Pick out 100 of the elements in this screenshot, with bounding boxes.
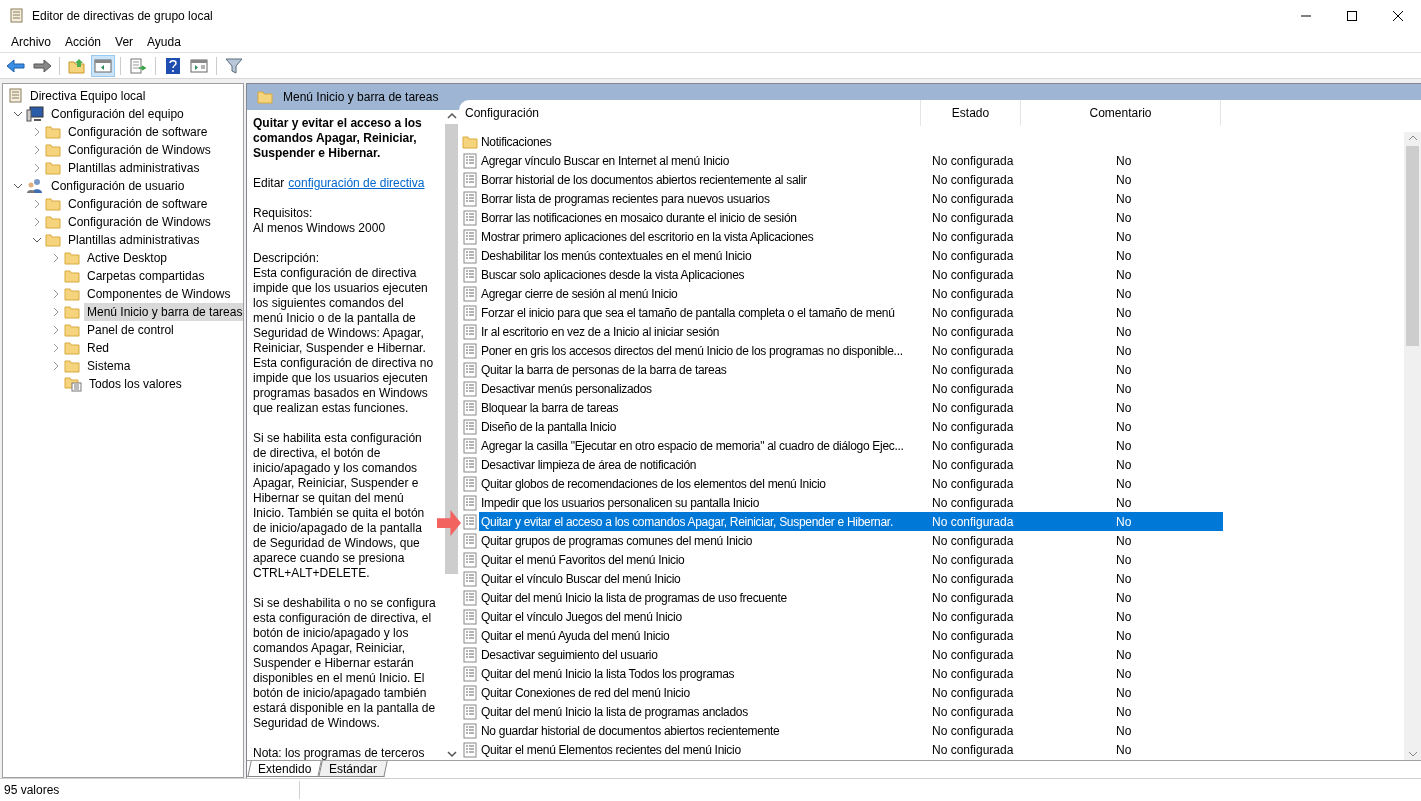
chevron-right-icon[interactable] <box>51 253 61 263</box>
users-icon <box>26 178 44 194</box>
tree-item[interactable]: Configuración de usuario <box>48 177 188 195</box>
table-row[interactable]: Borrar lista de programas recientes para nuevos usuarios No configurada No <box>459 189 1404 208</box>
comment-cell-text: No <box>1115 399 1133 417</box>
comment-cell-text: No <box>1115 418 1133 436</box>
tree-item[interactable]: Directiva Equipo local <box>27 87 149 105</box>
chevron-down-icon[interactable] <box>13 181 23 191</box>
table-row[interactable]: Quitar del menú Inicio la lista Todos los programas No configurada No <box>459 664 1404 683</box>
scrollbar-thumb[interactable] <box>445 124 458 574</box>
folder-up-icon[interactable] <box>68 57 86 74</box>
folder-icon <box>64 323 80 337</box>
table-row[interactable]: Bloquear la barra de tareas No configurada No <box>459 398 1404 417</box>
table-row[interactable]: Notificaciones <box>459 132 1404 151</box>
scroll-down-icon[interactable] <box>446 750 457 758</box>
forward-arrow-icon[interactable] <box>32 57 52 74</box>
table-row[interactable]: Mostrar primero aplicaciones del escritorio en la vista Aplicaciones No configurada No <box>459 227 1404 246</box>
tree-item[interactable]: Configuración de Windows <box>65 213 214 231</box>
view-tab[interactable]: Extendido <box>247 761 323 777</box>
view-tab[interactable]: Estándar <box>318 761 389 777</box>
table-row[interactable]: Poner en gris los accesos directos del menú Inicio de los programas no disponible... No configurada No <box>459 341 1404 360</box>
state-cell-text: No configurada <box>931 589 1015 607</box>
table-row[interactable]: Quitar el menú Ayuda del menú Inicio No configurada No <box>459 626 1404 645</box>
filter-icon[interactable] <box>225 57 243 74</box>
tree-item[interactable]: Panel de control <box>84 321 177 339</box>
table-row[interactable]: Quitar Conexiones de red del menú Inicio No configurada No <box>459 683 1404 702</box>
tree-item[interactable]: Menú Inicio y barra de tareas <box>84 303 243 321</box>
table-row[interactable]: Quitar y evitar el acceso a los comandos Apagar, Reiniciar, Suspender e Hibernar. No configurada No <box>459 512 1404 531</box>
table-row[interactable]: Borrar las notificaciones en mosaico durante el inicio de sesión No configurada No <box>459 208 1404 227</box>
table-row[interactable]: Quitar el vínculo Juegos del menú Inicio No configurada No <box>459 607 1404 626</box>
state-cell-text: No configurada <box>931 494 1015 512</box>
document-list-icon <box>463 475 477 492</box>
column-header[interactable]: Estado <box>921 100 1021 126</box>
table-row[interactable]: Desactivar seguimiento del usuario No configurada No <box>459 645 1404 664</box>
back-arrow-icon[interactable] <box>6 57 26 74</box>
state-cell-text: No configurada <box>931 323 1015 341</box>
state-cell-text: No configurada <box>931 209 1015 227</box>
tree-item[interactable]: Red <box>84 339 112 357</box>
tree-item[interactable]: Active Desktop <box>84 249 171 267</box>
setting-name: Bloquear la barra de tareas <box>480 399 620 417</box>
comment-cell-text: No <box>1115 665 1133 683</box>
setting-name: Desactivar menús personalizados <box>480 380 653 398</box>
table-row[interactable]: Diseño de la pantalla Inicio No configurada No <box>459 417 1404 436</box>
menu-item[interactable]: Acción <box>65 32 102 51</box>
table-row[interactable]: Buscar solo aplicaciones desde la vista Aplicaciones No configurada No <box>459 265 1404 284</box>
table-row[interactable]: Quitar el menú Elementos recientes del menú Inicio No configurada No <box>459 740 1404 759</box>
setting-name: Impedir que los usuarios personalicen su pantalla Inicio <box>480 494 761 512</box>
table-row[interactable]: Desactivar limpieza de área de notificación No configurada No <box>459 455 1404 474</box>
scroll-down-icon[interactable] <box>1407 750 1418 758</box>
table-row[interactable]: Ir al escritorio en vez de a Inicio al iniciar sesión No configurada No <box>459 322 1404 341</box>
document-list-icon <box>463 285 477 302</box>
table-row[interactable]: Agregar la casilla "Ejecutar en otro espacio de memoria" al cuadro de diálogo Ejec... No configurada No <box>459 436 1404 455</box>
table-row[interactable]: No guardar historial de documentos abiertos recientemente No configurada No <box>459 721 1404 740</box>
table-row[interactable]: Agregar cierre de sesión al menú Inicio No configurada No <box>459 284 1404 303</box>
tree-item[interactable]: Configuración del equipo <box>48 105 187 123</box>
table-row[interactable]: Agregar vínculo Buscar en Internet al menú Inicio No configurada No <box>459 151 1404 170</box>
chevron-down-icon[interactable] <box>13 109 23 119</box>
window-panel-icon[interactable] <box>190 57 208 74</box>
scrollbar[interactable] <box>1404 132 1421 760</box>
policy-link[interactable]: configuración de directiva <box>288 176 425 191</box>
tree-item[interactable]: Plantillas administrativas <box>65 159 203 177</box>
table-row[interactable]: Quitar del menú Inicio la lista de programas de uso frecuente No configurada No <box>459 588 1404 607</box>
column-header[interactable]: Configuración <box>459 100 921 126</box>
tree-item[interactable]: Componentes de Windows <box>84 285 234 303</box>
scrollbar[interactable] <box>444 110 459 760</box>
scroll-up-icon[interactable] <box>1407 134 1418 142</box>
panel-toggle-icon[interactable] <box>94 57 112 74</box>
state-cell-text: No configurada <box>931 475 1015 493</box>
tree-item[interactable]: Todos los valores <box>86 375 185 393</box>
scroll-up-icon[interactable] <box>446 112 457 120</box>
table-row[interactable]: Quitar globos de recomendaciones de los elementos del menú Inicio No configurada No <box>459 474 1404 493</box>
table-row[interactable]: Forzar el inicio para que sea el tamaño de pantalla completa o el tamaño de menú No configurada No <box>459 303 1404 322</box>
menu-item[interactable]: Ayuda <box>147 32 181 51</box>
tree-item[interactable]: Plantillas administrativas <box>65 231 203 249</box>
table-row[interactable]: Quitar del menú Inicio la lista de programas anclados No configurada No <box>459 702 1404 721</box>
table-row[interactable]: Quitar el vínculo Buscar del menú Inicio No configurada No <box>459 569 1404 588</box>
menu-item[interactable]: Archivo <box>11 32 51 51</box>
help-icon[interactable] <box>165 56 181 75</box>
table-row[interactable]: Quitar grupos de programas comunes del menú Inicio No configurada No <box>459 531 1404 550</box>
tree-item[interactable]: Sistema <box>84 357 134 375</box>
column-header[interactable]: Comentario <box>1021 100 1221 126</box>
menu-item[interactable]: Ver <box>115 32 134 51</box>
state-cell-text: No configurada <box>931 418 1015 436</box>
tree-item[interactable]: Configuración de Windows <box>65 141 214 159</box>
state-cell-text: No configurada <box>931 228 1015 246</box>
scrollbar-thumb[interactable] <box>1406 146 1419 346</box>
table-row[interactable]: Deshabilitar los menús contextuales en el menú Inicio No configurada No <box>459 246 1404 265</box>
setting-name: Buscar solo aplicaciones desde la vista Aplicaciones <box>480 266 746 284</box>
table-row[interactable]: Borrar historial de los documentos abiertos recientemente al salir No configurada No <box>459 170 1404 189</box>
tree-item[interactable]: Configuración de software <box>65 195 211 213</box>
tree-item[interactable]: Configuración de software <box>65 123 211 141</box>
tree-item[interactable]: Carpetas compartidas <box>84 267 208 285</box>
table-row[interactable]: Desactivar menús personalizados No configurada No <box>459 379 1404 398</box>
window-title: Editor de directivas de grupo local <box>32 7 213 25</box>
table-row[interactable]: Quitar el menú Favoritos del menú Inicio No configurada No <box>459 550 1404 569</box>
table-row[interactable]: Impedir que los usuarios personalicen su pantalla Inicio No configurada No <box>459 493 1404 512</box>
comment-cell-text: No <box>1115 323 1133 341</box>
export-list-icon[interactable] <box>129 57 147 74</box>
table-row[interactable]: Quitar la barra de personas de la barra de tareas No configurada No <box>459 360 1404 379</box>
chevron-down-icon[interactable] <box>32 235 42 245</box>
